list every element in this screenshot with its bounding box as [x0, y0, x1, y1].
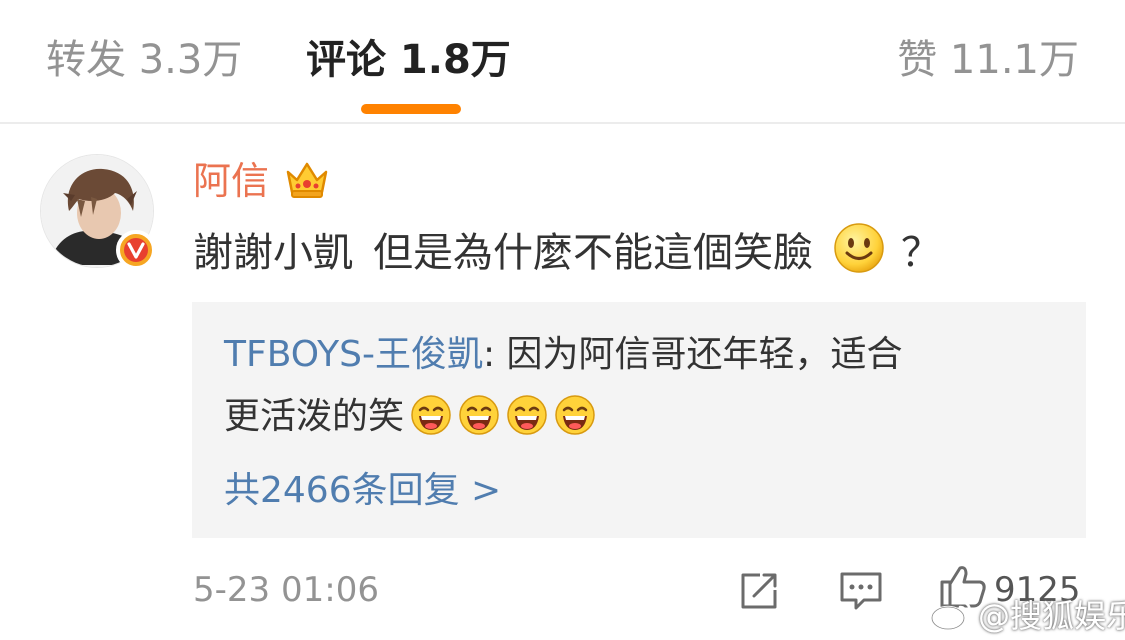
laugh-emoji-icon	[554, 394, 596, 436]
reply-text-line1: 因为阿信哥还年轻，适合	[506, 334, 903, 375]
reply-colon: :	[482, 334, 507, 375]
share-icon[interactable]	[738, 570, 780, 612]
watermark-text: @搜狐娱乐	[978, 597, 1125, 635]
reply-line-2: 更活泼的笑	[224, 390, 596, 444]
comment-text: 謝謝小凱 但是為什麼不能這個笑臉 ？	[193, 222, 941, 281]
reply-line-1: TFBOYS-王俊凱: 因为阿信哥还年轻，适合	[224, 328, 903, 382]
smile-emoji-icon	[833, 222, 885, 274]
weibo-logo-icon	[930, 596, 974, 632]
reply-box[interactable]: TFBOYS-王俊凱: 因为阿信哥还年轻，适合 更活泼的笑 共2466条回复 >	[192, 302, 1086, 538]
avatar[interactable]	[40, 154, 156, 270]
reply-author[interactable]: TFBOYS-王俊凱	[224, 334, 483, 375]
tab-bar: 转发 3.3万 评论 1.8万 赞 11.1万	[0, 0, 1125, 124]
tab-comments[interactable]: 评论 1.8万	[306, 32, 511, 88]
watermark: @搜狐娱乐	[930, 592, 1125, 636]
active-tab-indicator	[361, 104, 461, 114]
tab-repost[interactable]: 转发 3.3万	[46, 32, 242, 88]
reply-text-line2: 更活泼的笑	[224, 396, 405, 437]
comment-text-part1: 謝謝小凱	[193, 230, 353, 276]
comment-text-end: ？	[901, 230, 941, 276]
comment-timestamp: 5-23 01:06	[193, 570, 379, 610]
total-replies-link[interactable]: 共2466条回复 >	[224, 464, 501, 518]
crown-icon	[284, 158, 330, 200]
comment-text-part2: 但是為什麼不能這個笑臉	[373, 230, 813, 276]
comment-username[interactable]: 阿信	[193, 155, 269, 207]
tab-likes[interactable]: 赞 11.1万	[897, 32, 1079, 88]
laugh-emoji-icon	[506, 394, 548, 436]
verified-v-icon	[116, 230, 156, 270]
comment-icon[interactable]	[838, 570, 884, 612]
laugh-emoji-icon	[458, 394, 500, 436]
laugh-emoji-icon	[410, 394, 452, 436]
